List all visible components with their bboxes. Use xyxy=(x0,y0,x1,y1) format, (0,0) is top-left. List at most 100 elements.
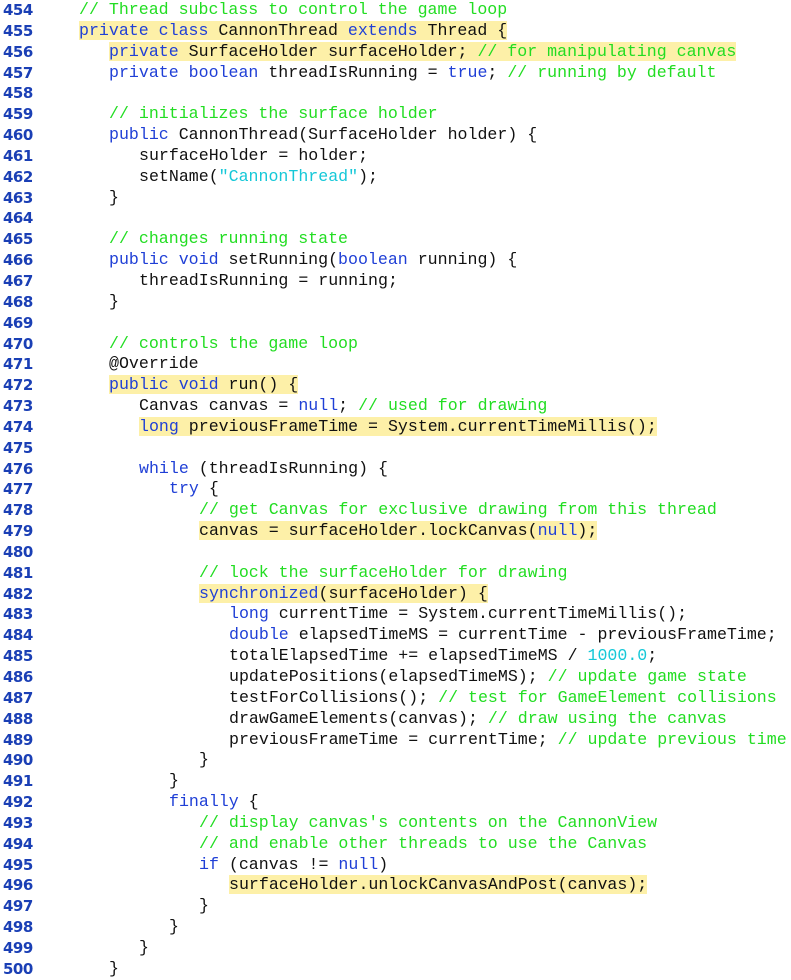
code-token: } xyxy=(109,958,119,978)
line-number: 456 xyxy=(3,42,33,61)
line-number: 497 xyxy=(3,897,33,916)
code-content: totalElapsedTime += elapsedTimeMS / 1000… xyxy=(229,646,657,665)
code-token: previousFrameTime = System.currentTimeMi… xyxy=(188,416,657,436)
code-token: previousFrameTime = currentTime; xyxy=(229,729,558,749)
code-content: double elapsedTimeMS = currentTime - pre… xyxy=(229,625,777,644)
code-content: // lock the surfaceHolder for drawing xyxy=(199,563,567,582)
code-token: ; xyxy=(338,396,359,416)
code-token: { xyxy=(208,479,219,499)
code-line: 464 xyxy=(0,208,791,229)
line-number: 498 xyxy=(3,918,33,937)
comment-token: // Thread subclass to control the game l… xyxy=(79,0,508,19)
code-token: } xyxy=(199,896,209,916)
code-content: // and enable other threads to use the C… xyxy=(199,834,647,853)
code-token: Thread { xyxy=(427,20,508,40)
line-number: 457 xyxy=(3,63,33,82)
code-content: } xyxy=(109,959,119,978)
code-text: canvas = surfaceHolder.lockCanvas(null); xyxy=(199,521,598,542)
code-line: 472 public void run() { xyxy=(0,375,791,396)
code-line: 492 finally { xyxy=(0,792,791,813)
keyword-token: private xyxy=(109,41,189,61)
code-line: 469 xyxy=(0,313,791,334)
line-number: 462 xyxy=(3,167,33,186)
code-line: 476 while (threadIsRunning) { xyxy=(0,459,791,480)
code-text: public void run() { xyxy=(109,375,299,396)
keyword-token: try xyxy=(169,479,209,499)
code-line: 486 updatePositions(elapsedTimeMS); // up… xyxy=(0,667,791,688)
code-text: private class CannonThread extends Threa… xyxy=(79,20,508,42)
code-content: } xyxy=(169,771,179,790)
code-content: Canvas canvas = null; // used for drawin… xyxy=(139,396,547,415)
code-token: ); xyxy=(577,521,598,541)
code-line: 488 drawGameElements(canvas); // draw usi… xyxy=(0,709,791,730)
comment-token: // running by default xyxy=(507,62,717,82)
comment-token: // draw using the canvas xyxy=(487,708,727,728)
code-text: private boolean threadIsRunning = true; … xyxy=(109,63,716,84)
line-number: 455 xyxy=(3,21,33,40)
line-number: 490 xyxy=(3,751,33,770)
code-token: threadIsRunning = running; xyxy=(139,270,398,290)
comment-token: // initializes the surface holder xyxy=(109,104,438,124)
keyword-token: public xyxy=(109,125,179,145)
code-token: elapsedTimeMS = currentTime - previousFr… xyxy=(298,625,777,645)
keyword-token: while xyxy=(139,458,199,478)
line-number: 486 xyxy=(3,668,33,686)
code-token: currentTime = System.currentTimeMillis()… xyxy=(278,604,688,624)
code-text: } xyxy=(199,896,209,917)
code-content: } xyxy=(199,750,209,769)
code-line: 471 @Override xyxy=(0,354,791,375)
highlighted-code: synchronized(surfaceHolder) { xyxy=(199,583,488,603)
code-token: CannonThread xyxy=(218,20,348,40)
highlighted-code: public void run() { xyxy=(109,375,299,395)
keyword-token: null xyxy=(298,396,339,416)
code-content: previousFrameTime = currentTime; // upda… xyxy=(229,730,787,749)
keyword-token: null xyxy=(537,521,578,541)
line-number: 493 xyxy=(3,813,33,832)
code-text: while (threadIsRunning) { xyxy=(139,459,388,480)
code-line: 475 xyxy=(0,438,791,459)
code-text: totalElapsedTime += elapsedTimeMS / 1000… xyxy=(229,646,657,667)
line-number: 479 xyxy=(3,522,33,541)
code-text: synchronized(surfaceHolder) { xyxy=(199,583,488,605)
code-content: // get Canvas for exclusive drawing from… xyxy=(199,500,717,519)
keyword-token: public void xyxy=(109,250,229,270)
code-token: testForCollisions(); xyxy=(229,687,439,707)
code-line: 477 try { xyxy=(0,479,791,500)
line-number: 454 xyxy=(3,1,33,19)
code-token: threadIsRunning = xyxy=(268,62,448,82)
number-literal-token: 1000.0 xyxy=(587,646,648,666)
code-token: ; xyxy=(647,646,658,666)
code-content: long currentTime = System.currentTimeMil… xyxy=(229,604,687,623)
comment-token: // display canvas's contents on the Cann… xyxy=(199,812,658,832)
line-number: 464 xyxy=(3,209,33,228)
code-line: 463} xyxy=(0,188,791,209)
comment-token: // lock the surfaceHolder for drawing xyxy=(199,562,568,582)
code-token: canvas = surfaceHolder.lockCanvas( xyxy=(199,521,538,541)
highlighted-code: private SurfaceHolder surfaceHolder; // … xyxy=(109,41,737,61)
code-line: 455 private class CannonThread extends Th… xyxy=(0,20,791,42)
line-number: 469 xyxy=(3,313,33,332)
line-number: 492 xyxy=(3,793,33,812)
code-text: } xyxy=(199,750,209,771)
code-content: surfaceHolder = holder; xyxy=(139,146,368,165)
code-text: long previousFrameTime = System.currentT… xyxy=(139,416,657,438)
code-line: 473 Canvas canvas = null; // used for dra… xyxy=(0,396,791,417)
code-line: 483 long currentTime = System.currentTime… xyxy=(0,604,791,625)
keyword-token: public void xyxy=(109,375,229,395)
line-number: 468 xyxy=(3,292,33,311)
code-content: // display canvas's contents on the Cann… xyxy=(199,813,657,832)
code-line: 485 totalElapsedTime += elapsedTimeMS / 1… xyxy=(0,646,791,667)
line-number: 474 xyxy=(3,417,33,436)
code-content: public CannonThread(SurfaceHolder holder… xyxy=(109,125,537,144)
code-text: } xyxy=(109,188,119,209)
comment-token: // update previous time xyxy=(557,729,787,749)
code-token: } xyxy=(199,750,209,770)
code-text: if (canvas != null) xyxy=(199,855,388,876)
line-number: 495 xyxy=(3,855,33,874)
code-text: // lock the surfaceHolder for drawing xyxy=(199,563,567,584)
keyword-token: boolean xyxy=(338,250,418,270)
code-text: drawGameElements(canvas); // draw using … xyxy=(229,709,727,730)
comment-token: // changes running state xyxy=(109,229,348,249)
code-line: 458 xyxy=(0,83,791,104)
code-content: drawGameElements(canvas); // draw using … xyxy=(229,709,727,728)
